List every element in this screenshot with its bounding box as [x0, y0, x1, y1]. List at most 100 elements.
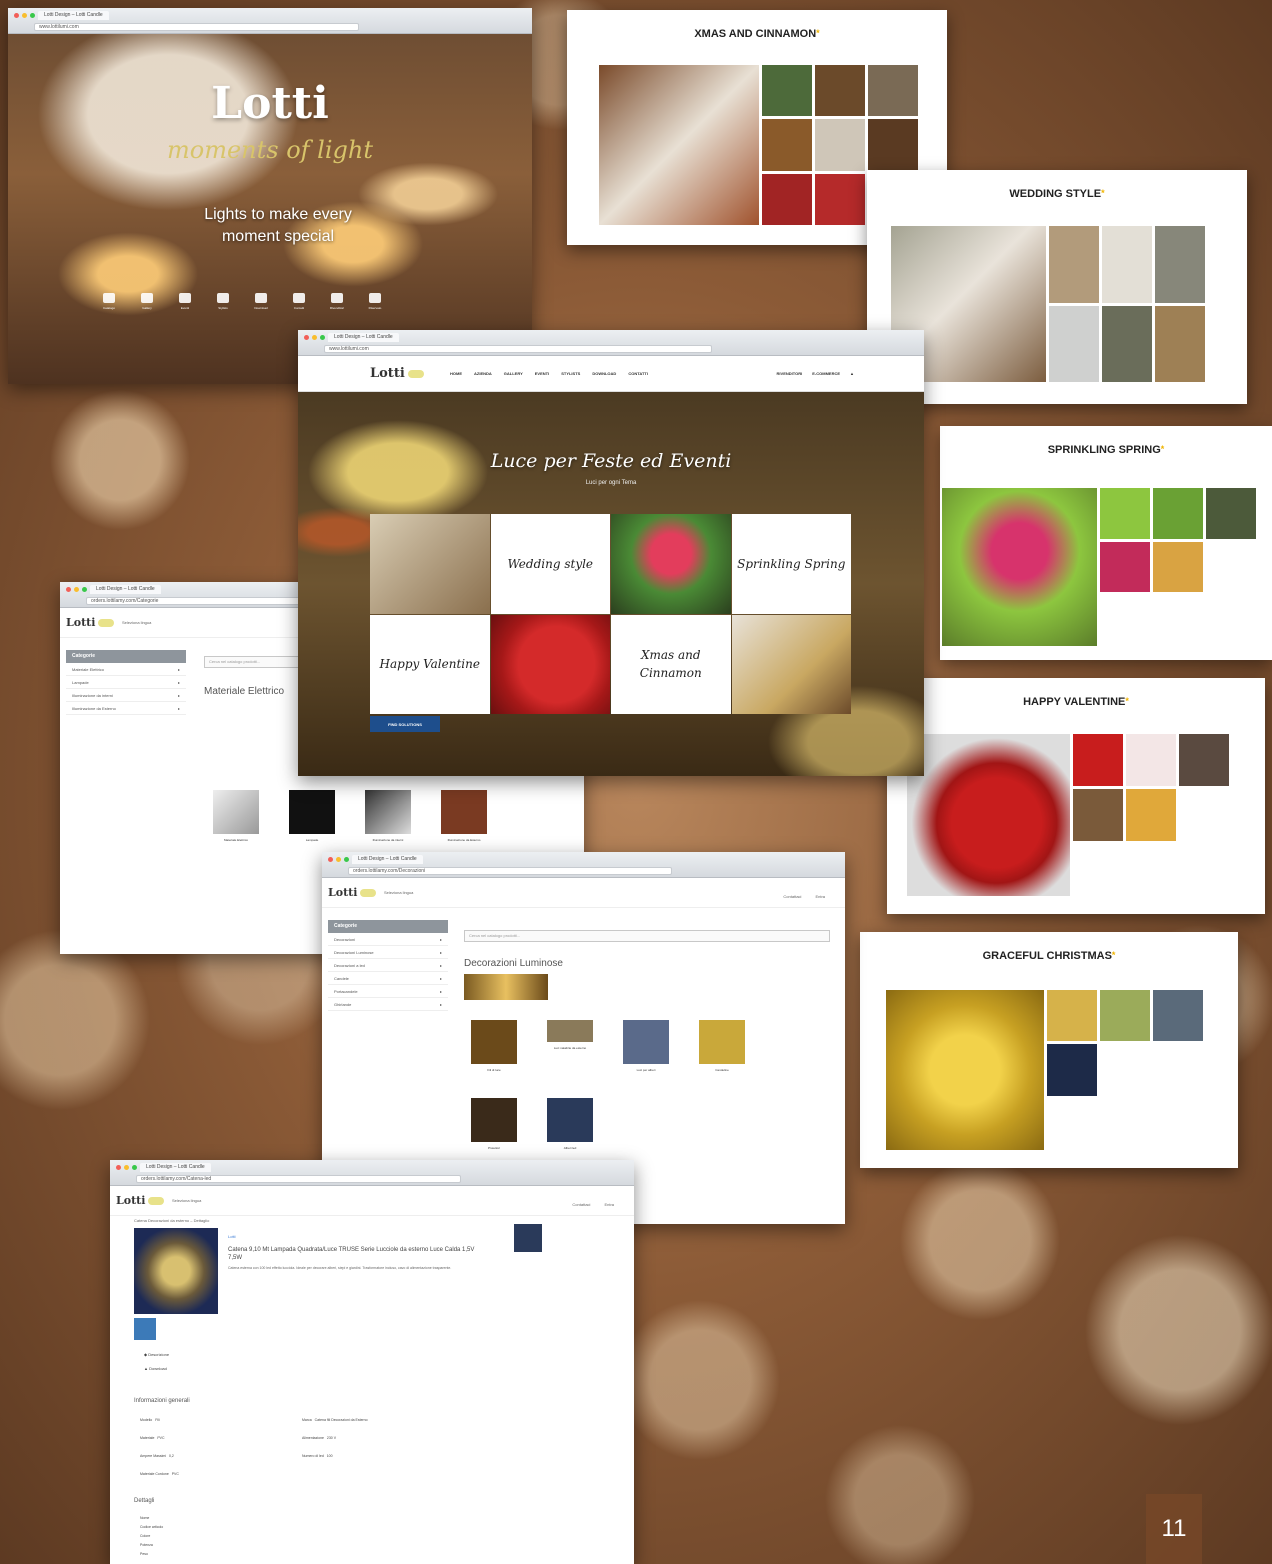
- tile-xmas[interactable]: Xmas and Cinnamon: [611, 614, 731, 714]
- site-logo[interactable]: Lotti: [66, 616, 115, 629]
- nav-gallery[interactable]: GALLERY: [504, 371, 523, 376]
- tile-image-valentine[interactable]: [490, 614, 610, 714]
- search-input[interactable]: Cerca nel catalogo prodotti...: [204, 656, 304, 668]
- address-bar[interactable]: www.lottilumi.com: [324, 345, 713, 353]
- brand-link[interactable]: Lotti: [228, 1234, 236, 1239]
- thumb-image: [471, 1098, 517, 1142]
- address-bar[interactable]: orders.lottilamy.com/Catena-led: [136, 1175, 461, 1183]
- product-image[interactable]: [134, 1228, 218, 1314]
- browser-tab[interactable]: Lotti Design – Lotti Candle: [90, 585, 161, 594]
- maximize-dot-icon[interactable]: [320, 335, 325, 340]
- site-logo[interactable]: Lotti: [116, 1194, 165, 1207]
- sidebar-item[interactable]: Decorazioni ▸: [328, 933, 448, 946]
- search-input[interactable]: Cerca nel catalogo prodotti...: [464, 930, 830, 942]
- menu-gallery[interactable]: Gallery: [136, 293, 158, 310]
- user-icon: [293, 293, 305, 303]
- category-thumb[interactable]: Candeline: [696, 1020, 748, 1072]
- sidebar-item[interactable]: Illuminazione da Esterno ▸: [66, 702, 186, 715]
- minimize-dot-icon[interactable]: [336, 857, 341, 862]
- category-thumb[interactable]: Luci per alberi: [620, 1020, 672, 1072]
- thumbnail-image[interactable]: [134, 1318, 156, 1340]
- close-dot-icon[interactable]: [328, 857, 333, 862]
- user-icon[interactable]: ▲: [850, 371, 854, 376]
- photo: [1126, 734, 1176, 786]
- sidebar-item[interactable]: Portacandele ▸: [328, 985, 448, 998]
- sidebar-item[interactable]: Decorazioni Luminose ▸: [328, 946, 448, 959]
- menu-events[interactable]: Eventi: [174, 293, 196, 310]
- minimize-dot-icon[interactable]: [74, 587, 79, 592]
- category-thumb[interactable]: Fili di luce: [468, 1020, 520, 1072]
- category-thumb[interactable]: Alberi led: [544, 1098, 596, 1150]
- close-dot-icon[interactable]: [116, 1165, 121, 1170]
- minimize-dot-icon[interactable]: [312, 335, 317, 340]
- contact-link[interactable]: Contattaci: [572, 1202, 590, 1207]
- maximize-dot-icon[interactable]: [82, 587, 87, 592]
- address-bar[interactable]: orders.lottilamy.com/Decorazioni: [348, 867, 673, 875]
- close-dot-icon[interactable]: [14, 13, 19, 18]
- section-banner: [464, 974, 548, 1000]
- nav-home[interactable]: HOME: [450, 371, 462, 376]
- minimize-dot-icon[interactable]: [124, 1165, 129, 1170]
- tile-image-xmas[interactable]: [731, 614, 851, 714]
- login-link[interactable]: Entra: [815, 894, 825, 899]
- sidebar-item[interactable]: Materiale Elettrico ▸: [66, 663, 186, 676]
- nav-events[interactable]: EVENTI: [535, 371, 549, 376]
- browser-tab[interactable]: Lotti Design – Lotti Candle: [38, 11, 109, 20]
- tile-valentine[interactable]: Happy Valentine: [370, 614, 490, 714]
- nav-download[interactable]: DOWNLOAD: [592, 371, 616, 376]
- browser-tab[interactable]: Lotti Design – Lotti Candle: [328, 333, 399, 342]
- tile-image-spring[interactable]: [611, 514, 731, 614]
- card-title-text: WEDDING STYLE: [1009, 188, 1102, 200]
- close-dot-icon[interactable]: [66, 587, 71, 592]
- related-product-image[interactable]: [514, 1224, 542, 1252]
- category-thumb[interactable]: Materiale Elettrico: [210, 790, 262, 842]
- maximize-dot-icon[interactable]: [30, 13, 35, 18]
- menu-catalog[interactable]: Catalogo: [98, 293, 120, 310]
- description-action[interactable]: ◆ Descrizione: [144, 1352, 169, 1357]
- sidebar-item[interactable]: Candele ▸: [328, 972, 448, 985]
- tile-image-wedding[interactable]: [370, 514, 490, 614]
- nav-stylists[interactable]: STYLISTS: [561, 371, 580, 376]
- login-link[interactable]: Entra: [604, 1202, 614, 1207]
- sidebar-item[interactable]: Decorazioni a led ▸: [328, 959, 448, 972]
- brand-subtitle: moments of light: [167, 136, 373, 164]
- card-title: GRACEFUL CHRISTMAS*: [860, 950, 1238, 962]
- language-selector[interactable]: Seleziona lingua: [384, 890, 413, 895]
- nav-company[interactable]: AZIENDA: [474, 371, 492, 376]
- nav-contacts[interactable]: CONTATTI: [628, 371, 648, 376]
- sidebar-item[interactable]: Ghirlande ▸: [328, 998, 448, 1011]
- find-solutions-button[interactable]: FIND SOLUTIONS: [370, 716, 440, 732]
- sidebar-item[interactable]: Lampade ▸: [66, 676, 186, 689]
- site-logo[interactable]: Lotti: [370, 366, 424, 381]
- sidebar-item[interactable]: Illuminazione da interni ▸: [66, 689, 186, 702]
- thumb-image: [213, 790, 259, 834]
- menu-contacts[interactable]: Contatti: [288, 293, 310, 310]
- menu-resellers[interactable]: Rivenditori: [326, 293, 348, 310]
- language-selector[interactable]: Seleziona lingua: [122, 620, 151, 625]
- menu-stylists[interactable]: Stylists: [212, 293, 234, 310]
- browser-tab[interactable]: Lotti Design – Lotti Candle: [140, 1163, 211, 1172]
- maximize-dot-icon[interactable]: [132, 1165, 137, 1170]
- site-logo[interactable]: Lotti: [328, 886, 377, 899]
- nav-resellers[interactable]: RIVENDITORI: [777, 371, 803, 376]
- minimize-dot-icon[interactable]: [22, 13, 27, 18]
- category-thumb[interactable]: Luci natalizie da esterno: [544, 1020, 596, 1072]
- contact-link[interactable]: Contattaci: [783, 894, 801, 899]
- category-thumb[interactable]: Illuminazione da interni: [362, 790, 414, 842]
- events-page-screenshot: Lotti Design – Lotti Candle www.lottilum…: [298, 330, 924, 776]
- category-thumb[interactable]: Proiettori: [468, 1098, 520, 1150]
- nav-ecommerce[interactable]: E-COMMERCE: [812, 371, 840, 376]
- category-thumb[interactable]: Illuminazione da Esterno: [438, 790, 490, 842]
- tile-spring[interactable]: Sprinkling Spring: [731, 514, 851, 614]
- menu-download[interactable]: Download: [250, 293, 272, 310]
- menu-label: Catalogo: [102, 306, 115, 310]
- category-thumb[interactable]: Lampade: [286, 790, 338, 842]
- maximize-dot-icon[interactable]: [344, 857, 349, 862]
- menu-reserved[interactable]: Riservato: [364, 293, 386, 310]
- close-dot-icon[interactable]: [304, 335, 309, 340]
- download-action[interactable]: ▲ Download: [144, 1366, 167, 1371]
- address-bar[interactable]: www.lottilumi.com: [34, 23, 359, 31]
- language-selector[interactable]: Seleziona lingua: [172, 1198, 201, 1203]
- tile-wedding[interactable]: Wedding style: [490, 514, 610, 614]
- browser-tab[interactable]: Lotti Design – Lotti Candle: [352, 855, 423, 864]
